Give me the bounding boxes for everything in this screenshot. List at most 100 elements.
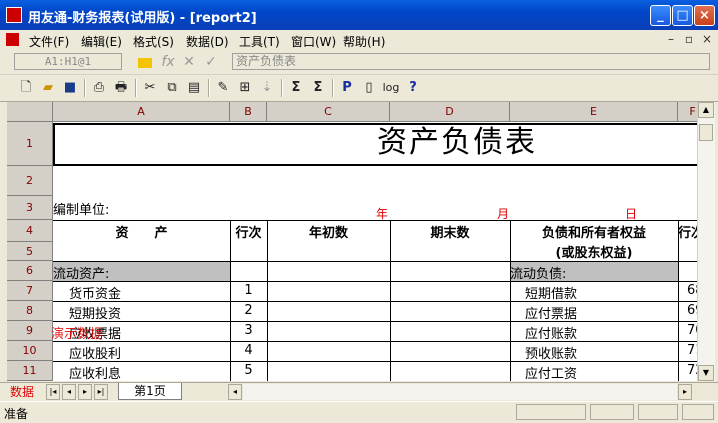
liability-name: 应付账款: [525, 327, 578, 342]
open-folder-icon[interactable]: ▰: [38, 78, 58, 98]
row-header-8[interactable]: 8: [7, 301, 53, 321]
asset-line: 5: [244, 363, 253, 378]
help-pointer-icon[interactable]: ?: [403, 78, 423, 98]
toolbar-separator: [208, 79, 210, 97]
asset-name: 应收利息: [69, 367, 122, 381]
header-equity: (或股东权益): [555, 246, 633, 261]
toolbar-separator: [281, 79, 283, 97]
asset-line: 2: [244, 303, 253, 318]
sum-all-icon[interactable]: Σ: [308, 78, 328, 98]
paste-icon[interactable]: ▤: [184, 78, 204, 98]
title-cell[interactable]: [53, 123, 697, 166]
row-header-7[interactable]: 7: [7, 281, 53, 301]
row-header-10[interactable]: 10: [7, 341, 53, 361]
maximize-button[interactable]: □: [672, 5, 693, 26]
report-title: 资产负债表: [377, 125, 537, 160]
column-header-d[interactable]: D: [390, 102, 510, 122]
column-header-a[interactable]: A: [53, 102, 230, 122]
cancel-icon[interactable]: ✕: [181, 54, 197, 70]
table-line: [678, 220, 679, 381]
asset-name: 短期投资: [69, 307, 122, 322]
log-icon[interactable]: log: [381, 78, 401, 98]
doc-minimize-button[interactable]: –: [663, 32, 679, 47]
p-icon[interactable]: P: [337, 78, 357, 98]
toolbar-separator: [332, 79, 334, 97]
column-header-f[interactable]: F: [678, 102, 697, 122]
minimize-button[interactable]: _: [650, 5, 671, 26]
menu-data[interactable]: 数据(D): [186, 33, 229, 50]
status-panel: [590, 404, 634, 420]
column-header-c[interactable]: C: [267, 102, 390, 122]
sheet-tab-page-1[interactable]: 第1页: [118, 383, 182, 400]
menu-window[interactable]: 窗口(W): [291, 33, 336, 50]
menu-tools[interactable]: 工具(T): [239, 33, 280, 50]
format-painter-icon[interactable]: ✎: [213, 78, 233, 98]
row-header-11[interactable]: 11: [7, 361, 53, 381]
spreadsheet-grid[interactable]: A B C D E F 1 2 3 4 5 6 7 8 9 10 11 资产负债…: [7, 102, 697, 381]
new-file-icon[interactable]: 🗋: [16, 78, 36, 98]
scroll-thumb[interactable]: [699, 124, 713, 141]
insert-row-icon[interactable]: ⊞: [235, 78, 255, 98]
section-current-liabilities: 流动负债:: [510, 267, 567, 282]
last-sheet-icon[interactable]: ▸|: [94, 384, 108, 400]
close-button[interactable]: ×: [694, 5, 715, 26]
menu-bar: 文件(F) 编辑(E) 格式(S) 数据(D) 工具(T) 窗口(W) 帮助(H…: [0, 30, 718, 51]
cut-icon[interactable]: ✂: [140, 78, 160, 98]
menu-format[interactable]: 格式(S): [133, 33, 174, 50]
first-sheet-icon[interactable]: |◂: [46, 384, 60, 400]
vertical-scrollbar[interactable]: ▲ ▼: [697, 102, 715, 381]
scroll-left-icon[interactable]: ◂: [228, 384, 242, 400]
row-header-5[interactable]: 5: [7, 242, 53, 261]
next-sheet-icon[interactable]: ▸: [78, 384, 92, 400]
liability-line: 70: [687, 323, 697, 338]
horizontal-scrollbar[interactable]: [243, 384, 677, 400]
liability-line: 72: [687, 363, 697, 378]
page-icon[interactable]: ▯: [359, 78, 379, 98]
row-header-9[interactable]: 9: [7, 321, 53, 341]
menu-edit[interactable]: 编辑(E): [81, 33, 122, 50]
row-header-1[interactable]: 1: [7, 122, 53, 166]
row-header-4[interactable]: 4: [7, 220, 53, 242]
header-line-no: 行次: [235, 226, 262, 241]
cell-reference-box[interactable]: A1:H1@1: [14, 53, 122, 70]
doc-restore-button[interactable]: ▫: [681, 32, 697, 47]
prev-sheet-icon[interactable]: ◂: [62, 384, 76, 400]
mode-indicator[interactable]: 数据: [2, 384, 42, 400]
fx-icon[interactable]: fx: [160, 54, 176, 70]
header-liabilities: 负债和所有者权益: [541, 226, 646, 241]
row-header-3[interactable]: 3: [7, 196, 53, 220]
function-wizard-icon[interactable]: [138, 58, 152, 68]
table-line: [53, 281, 697, 282]
column-header-e[interactable]: E: [510, 102, 678, 122]
formula-bar: A1:H1@1 fx ✕ ✓ 资产负债表: [0, 50, 718, 75]
status-panel: [638, 404, 678, 420]
table-line: [230, 220, 231, 381]
sort-icon[interactable]: ⇣: [257, 78, 277, 98]
copy-icon[interactable]: ⧉: [162, 78, 182, 98]
formula-input[interactable]: 资产负债表: [232, 53, 710, 70]
save-icon[interactable]: ■: [60, 78, 80, 98]
doc-close-button[interactable]: ×: [699, 32, 715, 47]
table-line: [53, 341, 697, 342]
table-line: [510, 220, 511, 381]
print-icon[interactable]: 🖶: [111, 78, 131, 98]
watermark-demo-data: 演示数据: [51, 327, 104, 342]
print-preview-icon[interactable]: ⎙: [89, 78, 109, 98]
row-header-2[interactable]: 2: [7, 166, 53, 196]
select-all-corner[interactable]: [7, 102, 53, 122]
scroll-up-icon[interactable]: ▲: [698, 102, 714, 118]
window-title: 用友通-财务报表(试用版) - [report2]: [28, 11, 257, 26]
menu-help[interactable]: 帮助(H): [343, 33, 385, 50]
liability-line: 68: [687, 283, 697, 298]
row-header-6[interactable]: 6: [7, 261, 53, 281]
app-icon: [6, 7, 22, 23]
status-panel: [516, 404, 586, 420]
scroll-down-icon[interactable]: ▼: [698, 365, 714, 381]
column-header-b[interactable]: B: [230, 102, 267, 122]
liability-name: 应付票据: [525, 307, 578, 322]
confirm-icon[interactable]: ✓: [203, 54, 219, 70]
sum-icon[interactable]: Σ: [286, 78, 306, 98]
menu-file[interactable]: 文件(F): [29, 33, 69, 50]
scroll-right-icon[interactable]: ▸: [678, 384, 692, 400]
status-text: 准备: [4, 407, 29, 421]
